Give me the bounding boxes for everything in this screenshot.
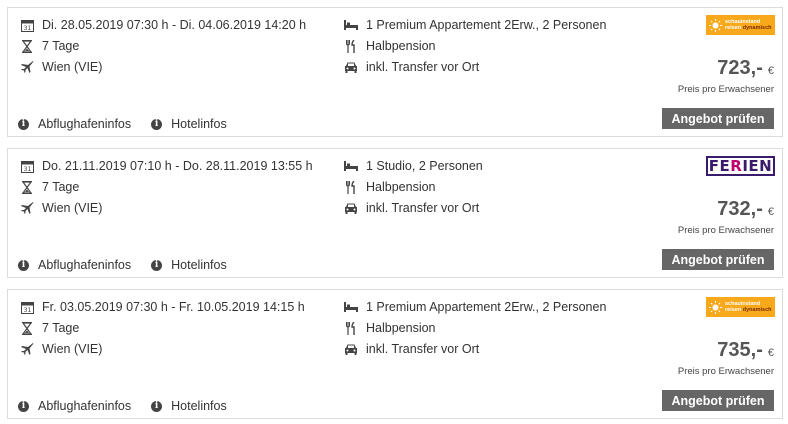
bed-icon — [344, 18, 358, 32]
info-icon: i — [151, 259, 163, 271]
airport-row: Wien (VIE) — [20, 60, 102, 74]
hotel-info-link[interactable]: i Hotelinfos — [151, 399, 227, 413]
transfer-info: inkl. Transfer vor Ort — [366, 342, 480, 356]
hourglass-icon — [20, 180, 34, 194]
room-type: 1 Premium Appartement 2Erw., 2 Personen — [366, 300, 607, 314]
hotel-info-link[interactable]: i Hotelinfos — [151, 117, 227, 131]
departure-airport: Wien (VIE) — [42, 60, 103, 74]
offer-card: 31 Fr. 03.05.2019 07:30 h - Fr. 10.05.20… — [7, 289, 783, 419]
check-offer-button[interactable]: Angebot prüfen — [662, 108, 774, 129]
info-icon: i — [151, 118, 163, 130]
cutlery-icon — [344, 321, 358, 335]
transfer-info: inkl. Transfer vor Ort — [366, 60, 480, 74]
hourglass-icon — [20, 321, 34, 335]
room-type: 1 Premium Appartement 2Erw., 2 Personen — [366, 18, 607, 32]
room-row: 1 Premium Appartement 2Erw., 2 Personen — [344, 18, 606, 32]
airport-info-link[interactable]: i Abflughafeninfos — [18, 258, 131, 272]
tour-operator-logo: FE R IEN — [706, 156, 775, 176]
cutlery-icon — [344, 180, 358, 194]
check-offer-button[interactable]: Angebot prüfen — [662, 390, 774, 411]
date-range: Fr. 03.05.2019 07:30 h - Fr. 10.05.2019 … — [42, 300, 305, 314]
board-type: Halbpension — [366, 39, 436, 53]
date-range: Di. 28.05.2019 07:30 h - Di. 04.06.2019 … — [42, 18, 307, 32]
duration-row: 7 Tage — [20, 321, 79, 335]
info-icon: i — [18, 259, 29, 271]
date-range: Do. 21.11.2019 07:10 h - Do. 28.11.2019 … — [42, 159, 313, 173]
board-row: Halbpension — [344, 39, 436, 53]
airport-info-link[interactable]: i Abflughafeninfos — [18, 399, 131, 413]
price: 735,- € — [717, 339, 774, 362]
duration-row: 7 Tage — [20, 180, 79, 194]
transfer-row: inkl. Transfer vor Ort — [344, 201, 479, 215]
board-row: Halbpension — [344, 321, 436, 335]
calendar-icon: 31 — [20, 18, 34, 32]
board-type: Halbpension — [366, 180, 436, 194]
price-note: Preis pro Erwachsener — [677, 84, 774, 95]
car-icon — [344, 342, 358, 356]
price-note: Preis pro Erwachsener — [677, 366, 774, 377]
transfer-info: inkl. Transfer vor Ort — [366, 201, 480, 215]
plane-icon — [20, 60, 34, 74]
price: 732,- € — [717, 198, 774, 221]
departure-airport: Wien (VIE) — [42, 342, 103, 356]
price-currency: € — [767, 65, 774, 77]
tour-operator-logo: schauinsland reisen dynamisch — [706, 297, 775, 317]
price: 723,- € — [717, 57, 774, 80]
board-type: Halbpension — [366, 321, 436, 335]
duration: 7 Tage — [42, 39, 80, 53]
price-currency: € — [767, 206, 774, 218]
airport-info-link[interactable]: i Abflughafeninfos — [18, 117, 131, 131]
info-icon: i — [18, 400, 29, 412]
transfer-row: inkl. Transfer vor Ort — [344, 342, 479, 356]
price-currency: € — [767, 347, 774, 359]
duration: 7 Tage — [42, 321, 80, 335]
tour-operator-logo: schauinsland reisen dynamisch — [706, 15, 775, 35]
board-row: Halbpension — [344, 180, 436, 194]
room-row: 1 Studio, 2 Personen — [344, 159, 483, 173]
room-row: 1 Premium Appartement 2Erw., 2 Personen — [344, 300, 606, 314]
svg-text:31: 31 — [23, 25, 31, 32]
offer-card: 31 Di. 28.05.2019 07:30 h - Di. 04.06.20… — [7, 7, 783, 137]
offer-card: 31 Do. 21.11.2019 07:10 h - Do. 28.11.20… — [7, 148, 783, 278]
svg-text:31: 31 — [23, 307, 31, 314]
departure-airport: Wien (VIE) — [42, 201, 103, 215]
info-icon: i — [18, 118, 29, 130]
calendar-icon: 31 — [20, 300, 34, 314]
airport-row: Wien (VIE) — [20, 201, 102, 215]
price-value: 735,- — [717, 339, 763, 361]
duration: 7 Tage — [42, 180, 80, 194]
duration-row: 7 Tage — [20, 39, 79, 53]
date-row: 31 Fr. 03.05.2019 07:30 h - Fr. 10.05.20… — [20, 300, 305, 314]
info-links: i Abflughafeninfos i Hotelinfos — [18, 117, 247, 131]
price-value: 732,- — [717, 198, 763, 220]
date-row: 31 Do. 21.11.2019 07:10 h - Do. 28.11.20… — [20, 159, 313, 173]
sun-icon — [709, 18, 722, 32]
plane-icon — [20, 201, 34, 215]
sun-icon — [709, 300, 722, 314]
info-links: i Abflughafeninfos i Hotelinfos — [18, 258, 247, 272]
car-icon — [344, 60, 358, 74]
hotel-info-link[interactable]: i Hotelinfos — [151, 258, 227, 272]
hourglass-icon — [20, 39, 34, 53]
info-links: i Abflughafeninfos i Hotelinfos — [18, 399, 247, 413]
cutlery-icon — [344, 39, 358, 53]
svg-text:31: 31 — [23, 166, 31, 173]
date-row: 31 Di. 28.05.2019 07:30 h - Di. 04.06.20… — [20, 18, 306, 32]
check-offer-button[interactable]: Angebot prüfen — [662, 249, 774, 270]
room-type: 1 Studio, 2 Personen — [366, 159, 483, 173]
car-icon — [344, 201, 358, 215]
bed-icon — [344, 159, 358, 173]
transfer-row: inkl. Transfer vor Ort — [344, 60, 479, 74]
plane-icon — [20, 342, 34, 356]
bed-icon — [344, 300, 358, 314]
price-note: Preis pro Erwachsener — [677, 225, 774, 236]
calendar-icon: 31 — [20, 159, 34, 173]
price-value: 723,- — [717, 57, 763, 79]
airport-row: Wien (VIE) — [20, 342, 102, 356]
info-icon: i — [151, 400, 163, 412]
